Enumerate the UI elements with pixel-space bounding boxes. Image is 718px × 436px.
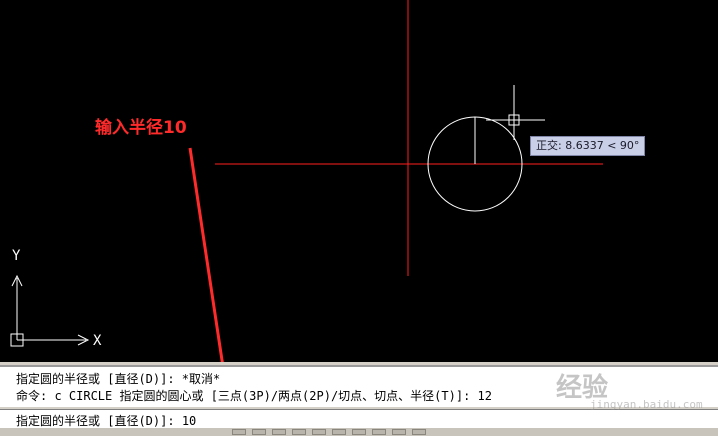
dyn-toggle[interactable] [372,429,386,435]
annotation-label: 输入半径10 [95,118,187,138]
grid-toggle[interactable] [252,429,266,435]
snap-toggle[interactable] [232,429,246,435]
command-window[interactable]: 指定圆的半径或 [直径(D)]: *取消* 命令: c CIRCLE 指定圆的圆… [0,362,718,436]
watermark-url: jingyan.baidu.com [590,398,703,411]
ducs-toggle[interactable] [352,429,366,435]
otrack-toggle[interactable] [332,429,346,435]
history-line: 命令: c CIRCLE 指定圆的圆心或 [三点(3P)/两点(2P)/切点、切… [16,389,492,403]
ucs-x-label: X [93,333,102,349]
ortho-toggle[interactable] [272,429,286,435]
command-line-input[interactable]: 指定圆的半径或 [直径(D)]: 10 [0,409,718,429]
osnap-toggle[interactable] [312,429,326,435]
command-prompt: 指定圆的半径或 [直径(D)]: 10 [16,414,197,428]
annotation-arrow [188,147,224,362]
history-line: 指定圆的半径或 [直径(D)]: *取消* [16,372,221,386]
qp-toggle[interactable] [412,429,426,435]
ucs-icon [10,274,90,347]
status-bar [0,428,718,436]
ucs-y-label: Y [12,248,21,264]
lwt-toggle[interactable] [392,429,406,435]
polar-toggle[interactable] [292,429,306,435]
drawing-canvas[interactable]: Y X 输入半径10 正交: 8.6337 < 90° [0,0,718,362]
ortho-tooltip: 正交: 8.6337 < 90° [530,136,646,156]
crosshair-cursor [486,85,545,140]
command-input-value[interactable]: 10 [182,414,196,428]
